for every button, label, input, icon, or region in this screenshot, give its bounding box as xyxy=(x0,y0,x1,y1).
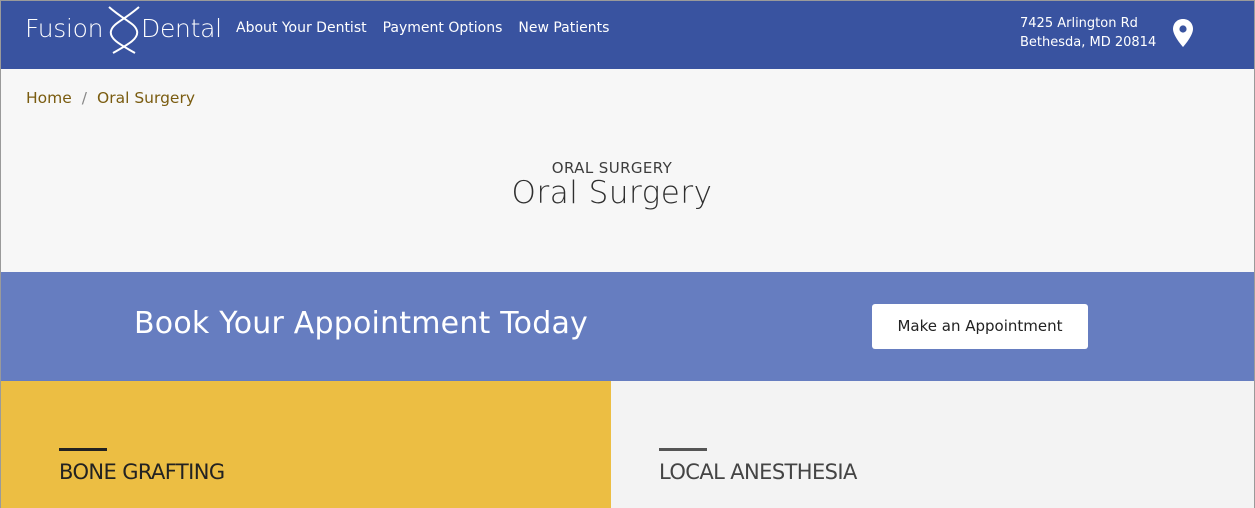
page-title: Oral Surgery xyxy=(511,175,713,211)
site-header: Fusion Dental About Your Dentist Payment… xyxy=(1,1,1254,69)
breadcrumb: Home / Oral Surgery xyxy=(26,89,195,107)
map-pin-icon[interactable] xyxy=(1171,18,1195,48)
appointment-banner: Book Your Appointment Today Make an Appo… xyxy=(1,272,1254,381)
service-title-rule xyxy=(659,448,707,451)
office-address[interactable]: 7425 Arlington Rd Bethesda, MD 20814 xyxy=(1020,14,1156,52)
page-heading: ORAL SURGERY Oral Surgery xyxy=(1,159,1223,211)
address-line-2: Bethesda, MD 20814 xyxy=(1020,35,1157,50)
breadcrumb-current: Oral Surgery xyxy=(97,89,196,107)
fusion-dental-logo[interactable]: Fusion Dental xyxy=(25,5,225,55)
address-line-1: 7425 Arlington Rd xyxy=(1020,16,1138,31)
nav-about-your-dentist[interactable]: About Your Dentist xyxy=(236,20,367,36)
service-panel-bone-grafting[interactable]: BONE GRAFTING xyxy=(1,381,611,508)
breadcrumb-separator: / xyxy=(81,89,88,107)
service-panel-local-anesthesia[interactable]: LOCAL ANESTHESIA xyxy=(611,381,1254,508)
logo-word-fusion: Fusion xyxy=(25,14,104,43)
nav-payment-options[interactable]: Payment Options xyxy=(383,20,503,36)
logo-word-dental: Dental xyxy=(141,14,222,43)
banner-heading: Book Your Appointment Today xyxy=(134,306,589,341)
nav-new-patients[interactable]: New Patients xyxy=(518,20,609,36)
breadcrumb-home[interactable]: Home xyxy=(26,89,72,107)
make-appointment-button[interactable]: Make an Appointment xyxy=(872,304,1088,349)
service-title: LOCAL ANESTHESIA xyxy=(659,460,857,484)
service-title: BONE GRAFTING xyxy=(59,460,225,484)
main-nav: About Your Dentist Payment Options New P… xyxy=(236,20,609,36)
service-title-rule xyxy=(59,448,107,451)
